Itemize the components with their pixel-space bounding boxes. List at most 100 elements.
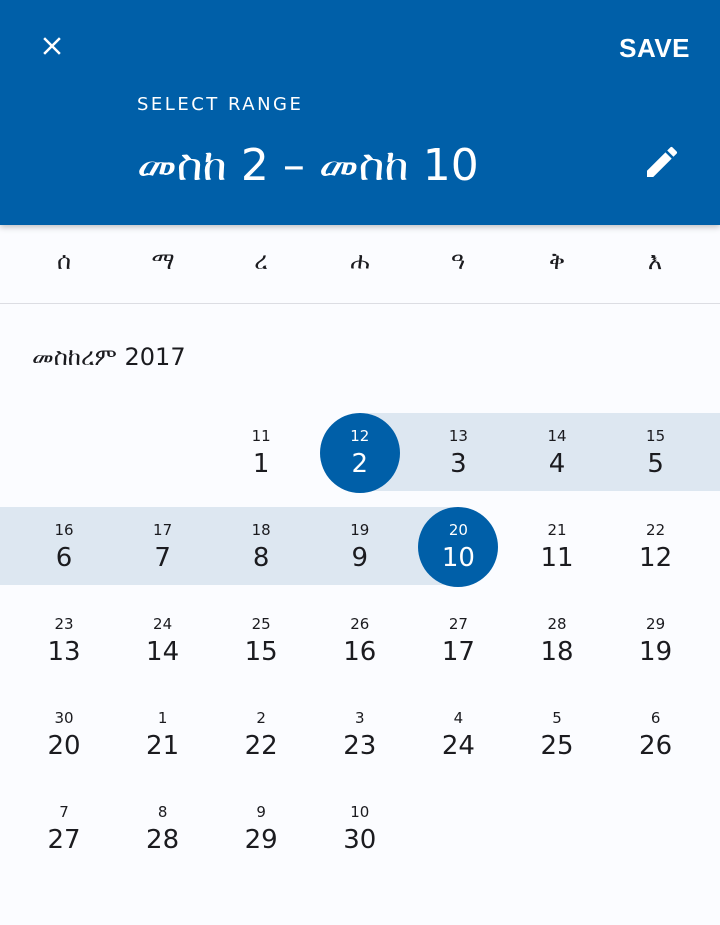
month-title: መስከረም 2017 bbox=[32, 343, 186, 371]
day-number: 28 bbox=[146, 825, 180, 855]
gregorian-day-label: 14 bbox=[547, 427, 567, 445]
day-cell[interactable]: 25 15 bbox=[212, 593, 310, 687]
close-button[interactable] bbox=[28, 22, 76, 70]
day-cell[interactable]: 24 14 bbox=[114, 593, 212, 687]
gregorian-day-label: 3 bbox=[355, 709, 365, 727]
day-cell[interactable]: 12 2 bbox=[311, 405, 409, 499]
weekday-label: እ bbox=[647, 247, 663, 275]
day-cell[interactable]: 5 25 bbox=[508, 687, 606, 781]
day-number: 23 bbox=[343, 731, 377, 761]
gregorian-day-label: 29 bbox=[646, 615, 666, 633]
day-number: 2 bbox=[351, 449, 369, 479]
gregorian-day-label: 26 bbox=[350, 615, 370, 633]
day-number: 1 bbox=[252, 449, 270, 479]
day-cell[interactable]: 20 10 bbox=[409, 499, 507, 593]
day-number: 8 bbox=[252, 543, 270, 573]
day-cell[interactable]: 28 18 bbox=[508, 593, 606, 687]
day-cell[interactable]: 10 30 bbox=[311, 781, 409, 875]
day-number: 20 bbox=[47, 731, 81, 761]
select-range-label: SELECT RANGE bbox=[137, 94, 304, 115]
day-cell[interactable]: 18 8 bbox=[212, 499, 310, 593]
gregorian-day-label: 24 bbox=[153, 615, 173, 633]
day-number: 21 bbox=[146, 731, 180, 761]
gregorian-day-label: 22 bbox=[646, 521, 666, 539]
day-number: 13 bbox=[47, 637, 81, 667]
day-cell[interactable]: 29 19 bbox=[607, 593, 705, 687]
day-cell[interactable]: 4 24 bbox=[409, 687, 507, 781]
gregorian-day-label: 17 bbox=[153, 521, 173, 539]
gregorian-day-label: 4 bbox=[453, 709, 464, 727]
day-number: 25 bbox=[540, 731, 574, 761]
gregorian-day-label: 2 bbox=[256, 709, 266, 727]
weekday-label: ማ bbox=[151, 247, 175, 275]
day-number: 5 bbox=[647, 449, 664, 479]
gregorian-day-label: 11 bbox=[251, 427, 271, 445]
gregorian-day-label: 18 bbox=[251, 521, 271, 539]
day-cell[interactable]: 13 3 bbox=[409, 405, 507, 499]
selected-range-text: መስከ 2 – መስከ 10 bbox=[137, 140, 479, 191]
day-cell[interactable]: 22 12 bbox=[607, 499, 705, 593]
day-number: 27 bbox=[47, 825, 81, 855]
day-cell[interactable]: 11 1 bbox=[212, 405, 310, 499]
gregorian-day-label: 30 bbox=[54, 709, 74, 727]
day-cell[interactable]: 9 29 bbox=[212, 781, 310, 875]
gregorian-day-label: 5 bbox=[552, 709, 562, 727]
gregorian-day-label: 9 bbox=[256, 803, 266, 821]
gregorian-day-label: 1 bbox=[157, 709, 168, 727]
day-number: 24 bbox=[441, 731, 475, 761]
day-cell[interactable]: 23 13 bbox=[15, 593, 113, 687]
day-number: 29 bbox=[244, 825, 278, 855]
gregorian-day-label: 25 bbox=[251, 615, 271, 633]
gregorian-day-label: 15 bbox=[646, 427, 666, 445]
weekday-label: ቅ bbox=[548, 247, 566, 275]
day-number: 18 bbox=[540, 637, 574, 667]
day-number: 7 bbox=[154, 543, 171, 573]
gregorian-day-label: 19 bbox=[350, 521, 370, 539]
day-cell[interactable]: 27 17 bbox=[409, 593, 507, 687]
day-cell[interactable]: 2 22 bbox=[212, 687, 310, 781]
day-cell[interactable]: 30 20 bbox=[15, 687, 113, 781]
gregorian-day-label: 10 bbox=[350, 803, 370, 821]
day-cell[interactable]: 3 23 bbox=[311, 687, 409, 781]
gregorian-day-label: 23 bbox=[54, 615, 74, 633]
day-number: 22 bbox=[244, 731, 278, 761]
day-number: 19 bbox=[639, 637, 673, 667]
edit-button[interactable] bbox=[638, 138, 686, 186]
day-cell[interactable]: 6 26 bbox=[607, 687, 705, 781]
weekday-header: ሰ ማ ረ ሐ ዓ ቅ እ bbox=[0, 225, 720, 304]
day-number: 11 bbox=[540, 543, 574, 573]
weekday-label: ዓ bbox=[450, 247, 466, 275]
day-number: 6 bbox=[55, 543, 73, 573]
gregorian-day-label: 16 bbox=[54, 521, 74, 539]
gregorian-day-label: 13 bbox=[448, 427, 468, 445]
day-cell[interactable]: 8 28 bbox=[114, 781, 212, 875]
day-number: 10 bbox=[441, 543, 475, 573]
day-cell[interactable]: 7 27 bbox=[15, 781, 113, 875]
day-cell[interactable]: 16 6 bbox=[15, 499, 113, 593]
day-number: 26 bbox=[639, 731, 673, 761]
weekday-label: ሰ bbox=[56, 247, 72, 275]
day-number: 16 bbox=[343, 637, 377, 667]
day-cell[interactable]: 19 9 bbox=[311, 499, 409, 593]
day-cell[interactable]: 17 7 bbox=[114, 499, 212, 593]
gregorian-day-label: 20 bbox=[448, 521, 468, 539]
gregorian-day-label: 28 bbox=[547, 615, 567, 633]
pencil-icon bbox=[647, 146, 678, 177]
day-cell[interactable]: 1 21 bbox=[114, 687, 212, 781]
day-cell[interactable]: 14 4 bbox=[508, 405, 606, 499]
gregorian-day-label: 21 bbox=[547, 521, 567, 539]
close-icon bbox=[43, 37, 61, 55]
save-button[interactable]: SAVE bbox=[619, 30, 690, 66]
gregorian-day-label: 8 bbox=[157, 803, 168, 821]
gregorian-day-label: 6 bbox=[650, 709, 661, 727]
gregorian-day-label: 7 bbox=[59, 803, 69, 821]
day-cell[interactable]: 21 11 bbox=[508, 499, 606, 593]
day-number: 12 bbox=[639, 543, 673, 573]
day-cell[interactable]: 26 16 bbox=[311, 593, 409, 687]
day-cell[interactable]: 15 5 bbox=[607, 405, 705, 499]
day-number: 17 bbox=[441, 637, 475, 667]
day-number: 3 bbox=[450, 449, 467, 479]
app-bar: SAVE SELECT RANGE መስከ 2 – መስከ 10 bbox=[0, 0, 720, 225]
weekday-label: ሐ bbox=[350, 247, 370, 275]
day-number: 14 bbox=[146, 637, 180, 667]
